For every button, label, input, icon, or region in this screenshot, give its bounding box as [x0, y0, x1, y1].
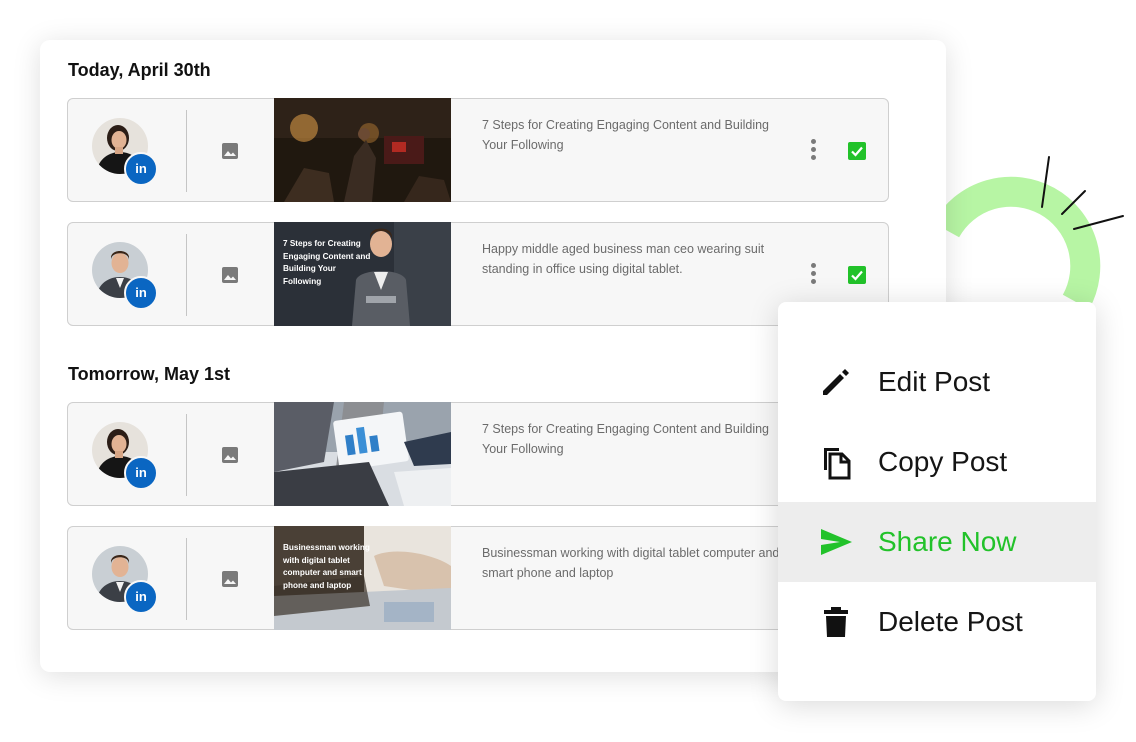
post-thumbnail[interactable]: [274, 98, 451, 202]
row-divider: [186, 538, 187, 620]
post-text: 7 Steps for Creating Engaging Content an…: [482, 118, 769, 152]
more-options-icon[interactable]: [809, 263, 817, 287]
post-thumbnail[interactable]: Businessman working with digital tablet …: [274, 526, 451, 630]
image-icon: [222, 447, 238, 463]
menu-item-label: Delete Post: [878, 606, 1023, 637]
image-icon: [222, 143, 238, 159]
menu-item-edit-post[interactable]: Edit Post: [778, 342, 1096, 422]
post-text: Businessman working with digital tablet …: [482, 546, 780, 580]
linkedin-icon: in: [124, 456, 158, 490]
row-divider: [186, 414, 187, 496]
copy-icon: [824, 448, 851, 480]
send-icon: [821, 529, 852, 555]
thumbnail-caption: 7 Steps for Creating Engaging Content an…: [283, 239, 371, 286]
row-divider: [186, 234, 187, 316]
checkbox-checked-icon[interactable]: [848, 266, 866, 284]
post-thumbnail[interactable]: 7 Steps for Creating Engaging Content an…: [274, 222, 451, 326]
linkedin-icon: in: [124, 580, 158, 614]
post-context-menu: Edit Post Copy Post Share Now Delete Pos…: [778, 302, 1096, 701]
post-text: Happy middle aged business man ceo weari…: [482, 242, 765, 276]
post-thumbnail[interactable]: [274, 402, 451, 506]
image-icon: [222, 571, 238, 587]
post-row[interactable]: in Businessman working with digital tabl…: [67, 526, 889, 630]
section-title-today: Today, April 30th: [68, 60, 211, 80]
post-row[interactable]: in 7 Steps for Creating Engaging Content…: [67, 98, 889, 202]
thumbnail-caption: Businessman working with digital tablet …: [283, 543, 370, 590]
pencil-icon: [823, 369, 849, 395]
post-row[interactable]: in 7 Steps for Creating Engaging Content…: [67, 222, 889, 326]
trash-icon: [824, 607, 848, 637]
section-title-tomorrow: Tomorrow, May 1st: [68, 364, 231, 384]
menu-item-label: Copy Post: [878, 446, 1008, 477]
menu-item-label: Share Now: [878, 526, 1017, 557]
post-row[interactable]: in 7 Steps for Creating Engaging Content…: [67, 402, 889, 506]
checkbox-checked-icon[interactable]: [848, 142, 866, 160]
more-options-icon[interactable]: [809, 139, 817, 163]
menu-item-share-now[interactable]: Share Now: [778, 502, 1096, 582]
menu-item-label: Edit Post: [878, 366, 991, 397]
linkedin-icon: in: [124, 152, 158, 186]
menu-item-copy-post[interactable]: Copy Post: [778, 422, 1096, 502]
image-icon: [222, 267, 238, 283]
linkedin-icon: in: [124, 276, 158, 310]
row-divider: [186, 110, 187, 192]
menu-item-delete-post[interactable]: Delete Post: [778, 582, 1096, 662]
post-text: 7 Steps for Creating Engaging Content an…: [482, 422, 769, 456]
